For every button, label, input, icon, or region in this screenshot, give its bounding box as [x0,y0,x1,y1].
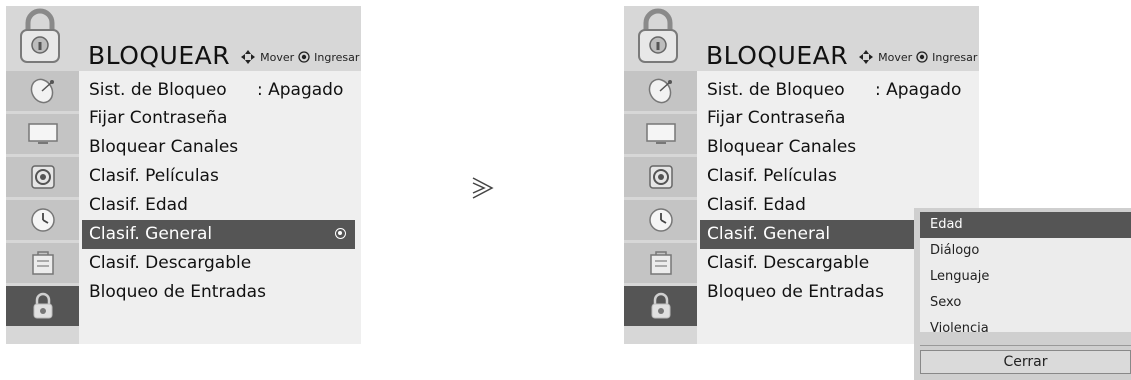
menu-item-lock-system[interactable]: Sist. de Bloqueo : Apagado [89,76,355,105]
hint-move-label: Mover [260,50,295,64]
menu-item-set-password[interactable]: Fijar Contraseña [707,104,973,133]
sidebar-item-lock[interactable] [6,286,79,326]
option-box-icon [649,251,672,275]
ok-button-icon [916,51,928,63]
ok-button-icon [298,51,310,63]
sidebar-item-option[interactable] [624,243,697,283]
menu-item-movie-rating[interactable]: Clasif. Películas [707,162,973,191]
page-title: BLOQUEAR [88,41,231,70]
speaker-icon [30,165,55,189]
menu-item-input-block[interactable]: Bloqueo de Entradas [89,278,355,307]
menu-item-label: Clasif. Descargable [89,253,252,273]
popup-divider [920,345,1131,346]
option-violence[interactable]: Violencia [920,316,1131,342]
sidebar-item-channel[interactable] [624,71,697,111]
menu-item-label: Bloquear Canales [89,137,239,157]
category-sidebar [624,71,697,329]
lock-system-value: : Apagado [257,80,344,100]
sidebar-item-time[interactable] [6,200,79,240]
menu-item-label: Clasif. Descargable [707,253,870,273]
menu-item-block-channels[interactable]: Bloquear Canales [89,133,355,162]
menu-item-label: Fijar Contraseña [707,108,846,128]
close-button[interactable]: Cerrar [920,350,1131,374]
padlock-header-icon [20,8,60,63]
menu-item-label: Clasif. General [707,224,831,244]
lock-system-value: : Apagado [875,80,962,100]
speaker-icon [648,165,673,189]
option-language[interactable]: Lenguaje [920,264,1131,290]
lock-menu-list: Sist. de Bloqueo : Apagado Fijar Contras… [79,71,361,344]
general-rating-popup: Edad Diálogo Lenguaje Sexo Violencia Cer… [914,208,1131,380]
option-sex[interactable]: Sexo [920,290,1131,316]
sidebar-item-option[interactable] [6,243,79,283]
satellite-dish-icon [30,78,54,104]
menu-item-label: Clasif. Edad [89,195,188,215]
menu-item-age-rating[interactable]: Clasif. Edad [89,191,355,220]
menu-item-label: Bloqueo de Entradas [707,282,884,302]
sidebar-item-lock[interactable] [624,286,697,326]
menu-item-label: Bloquear Canales [707,137,857,157]
menu-item-label: Clasif. General [89,224,213,244]
menu-item-label: Clasif. Películas [707,166,837,186]
padlock-header-icon [638,8,678,63]
menu-item-label: Sist. de Bloqueo [89,80,227,100]
clock-icon [648,208,673,232]
hint-move-label: Mover [878,50,913,64]
rating-options-list: Edad Diálogo Lenguaje Sexo Violencia [920,212,1131,336]
navigation-arrows-icon [859,50,874,64]
menu-item-lock-system[interactable]: Sist. de Bloqueo : Apagado [707,76,973,105]
hint-enter-label: Ingresar [314,50,360,64]
lock-menu-panel: BLOQUEAR Mover Ingresar Sist. de Bloqueo… [6,6,361,344]
menu-item-label: Clasif. Edad [707,195,806,215]
option-dialogue[interactable]: Diálogo [920,238,1131,264]
lock-icon [33,292,52,319]
clock-icon [30,208,55,232]
lock-icon [651,292,670,319]
menu-item-downloadable-rating[interactable]: Clasif. Descargable [89,249,355,278]
tv-screen-icon [645,123,676,144]
option-age[interactable]: Edad [920,212,1131,238]
menu-item-set-password[interactable]: Fijar Contraseña [89,104,355,133]
menu-item-movie-rating[interactable]: Clasif. Películas [89,162,355,191]
category-sidebar [6,71,79,329]
sidebar-item-channel[interactable] [6,71,79,111]
option-box-icon [31,251,54,275]
satellite-dish-icon [648,78,672,104]
menu-item-label: Clasif. Películas [89,166,219,186]
page-title: BLOQUEAR [706,41,849,70]
tv-screen-icon [27,123,58,144]
selected-radio-icon [335,228,346,239]
menu-item-label: Fijar Contraseña [89,108,228,128]
menu-item-label: Sist. de Bloqueo [707,80,845,100]
sidebar-item-audio[interactable] [6,157,79,197]
sidebar-item-picture[interactable] [624,114,697,154]
menu-item-label: Bloqueo de Entradas [89,282,266,302]
sidebar-item-picture[interactable] [6,114,79,154]
menu-item-block-channels[interactable]: Bloquear Canales [707,133,973,162]
sidebar-item-time[interactable] [624,200,697,240]
menu-item-general-rating[interactable]: Clasif. General [82,220,355,249]
next-step-arrow-icon [472,177,494,199]
navigation-arrows-icon [241,50,256,64]
sidebar-item-audio[interactable] [624,157,697,197]
hint-enter-label: Ingresar [932,50,978,64]
